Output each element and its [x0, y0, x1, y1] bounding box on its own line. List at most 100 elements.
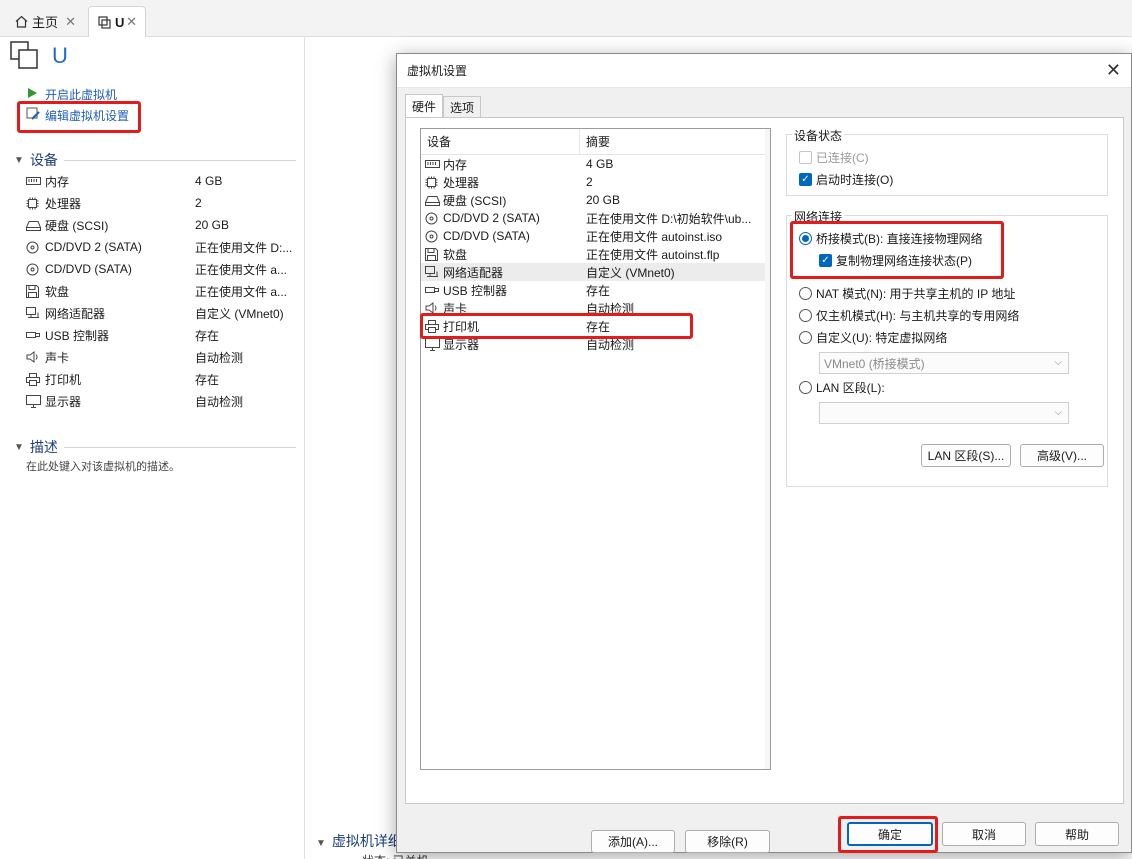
- device-value: 自动检测: [195, 350, 244, 365]
- edit-settings-label: 编辑虚拟机设置: [45, 109, 130, 123]
- cancel-button[interactable]: 取消: [942, 822, 1026, 846]
- device-row[interactable]: 显示器 自动检测: [26, 390, 296, 412]
- device-name: CD/DVD 2 (SATA): [45, 240, 142, 254]
- advanced-button[interactable]: 高级(V)...: [1020, 444, 1104, 467]
- hardware-device-cell: 硬盘 (SCSI): [421, 192, 580, 209]
- monitor-icon: [425, 337, 441, 351]
- cdrom-icon: [425, 230, 441, 243]
- device-row[interactable]: 声卡 自动检测: [26, 346, 296, 368]
- scrollbar[interactable]: [765, 129, 770, 769]
- hardware-row[interactable]: CD/DVD (SATA) 正在使用文件 autoinst.iso: [421, 227, 770, 245]
- radio-icon: [799, 308, 812, 322]
- hardware-list[interactable]: 设备 摘要 内存 4 GB 处理器 2 硬盘 (SCSI) 20 GB CD/DVD 2 (…: [420, 128, 771, 770]
- lan-segment-label: LAN 区段(L):: [816, 380, 885, 395]
- column-device[interactable]: 设备: [421, 129, 580, 154]
- device-row[interactable]: 软盘 正在使用文件 a...: [26, 280, 296, 302]
- hardware-device-name: 软盘: [443, 247, 468, 262]
- device-row[interactable]: 网络适配器 自定义 (VMnet0): [26, 302, 296, 324]
- device-value: 存在: [195, 372, 220, 387]
- home-icon: [14, 15, 28, 29]
- lan-segments-button[interactable]: LAN 区段(S)...: [921, 444, 1011, 467]
- device-row[interactable]: 打印机 存在: [26, 368, 296, 390]
- close-icon[interactable]: ✕: [65, 14, 76, 30]
- device-name: 硬盘 (SCSI): [45, 218, 109, 233]
- cdrom-icon: [26, 262, 42, 276]
- hardware-row[interactable]: CD/DVD 2 (SATA) 正在使用文件 D:\初始软件\ub...: [421, 209, 770, 227]
- host-only-radio[interactable]: 仅主机模式(H): 与主机共享的专用网络: [799, 306, 1019, 324]
- hardware-row[interactable]: 硬盘 (SCSI) 20 GB: [421, 191, 770, 209]
- cdrom-icon: [26, 240, 42, 254]
- vm-actions: 开启此虚拟机 编辑虚拟机设置: [26, 84, 129, 126]
- harddisk-icon: [26, 218, 42, 232]
- column-summary[interactable]: 摘要: [580, 133, 610, 150]
- printer-icon: [26, 372, 42, 386]
- hardware-row[interactable]: 打印机 存在: [421, 317, 770, 335]
- hardware-row[interactable]: 声卡 自动检测: [421, 299, 770, 317]
- edit-settings-icon: [26, 107, 42, 124]
- collapse-triangle-icon: ▼: [14, 441, 24, 453]
- close-icon[interactable]: ✕: [126, 14, 137, 30]
- device-row[interactable]: 处理器 2: [26, 192, 296, 214]
- hardware-summary: 2: [586, 175, 593, 189]
- cdrom-icon: [425, 212, 441, 225]
- tab-vm-label: U: [115, 14, 125, 30]
- tab-home-label: 主页: [32, 15, 59, 30]
- device-row[interactable]: 硬盘 (SCSI) 20 GB: [26, 214, 296, 236]
- vm-details-header[interactable]: ▼ 虚拟机详细: [316, 831, 402, 851]
- floppy-icon: [425, 247, 441, 261]
- hardware-row[interactable]: 软盘 正在使用文件 autoinst.flp: [421, 245, 770, 263]
- hardware-summary: 正在使用文件 autoinst.flp: [586, 247, 720, 262]
- chevron-down-icon: ⌵: [1054, 357, 1062, 368]
- device-name: CD/DVD (SATA): [45, 262, 132, 276]
- help-button[interactable]: 帮助: [1035, 822, 1119, 846]
- device-row[interactable]: 内存 4 GB: [26, 170, 296, 192]
- usb-icon: [425, 285, 441, 295]
- replicate-state-checkbox[interactable]: ✓ 复制物理网络连接状态(P): [819, 251, 972, 269]
- device-row[interactable]: USB 控制器 存在: [26, 324, 296, 346]
- edit-settings-link[interactable]: 编辑虚拟机设置: [26, 105, 129, 126]
- hardware-device-name: 网络适配器: [443, 265, 504, 280]
- device-row[interactable]: CD/DVD 2 (SATA) 正在使用文件 D:...: [26, 236, 296, 258]
- hardware-row[interactable]: 处理器 2: [421, 173, 770, 191]
- dialog-tabs: 硬件 选项: [405, 94, 482, 118]
- connected-checkbox[interactable]: 已连接(C): [799, 148, 869, 166]
- custom-radio[interactable]: 自定义(U): 特定虚拟网络: [799, 328, 947, 346]
- connect-on-power-label: 启动时连接(O): [816, 172, 894, 187]
- add-button[interactable]: 添加(A)...: [591, 830, 675, 853]
- hardware-row[interactable]: 内存 4 GB: [421, 155, 770, 173]
- tab-hardware[interactable]: 硬件: [405, 94, 444, 118]
- custom-network-select[interactable]: VMnet0 (桥接模式) ⌵: [819, 352, 1069, 374]
- close-icon[interactable]: ✕: [1106, 60, 1121, 81]
- vm-header: U: [10, 40, 68, 71]
- hardware-device-cell: CD/DVD (SATA): [421, 229, 580, 243]
- nat-radio[interactable]: NAT 模式(N): 用于共享主机的 IP 地址: [799, 284, 1015, 302]
- device-row[interactable]: CD/DVD (SATA) 正在使用文件 a...: [26, 258, 296, 280]
- collapse-triangle-icon: ▼: [316, 838, 326, 849]
- radio-icon: [799, 330, 812, 344]
- connect-on-power-checkbox[interactable]: ✓ 启动时连接(O): [799, 170, 893, 188]
- hardware-row[interactable]: 显示器 自动检测: [421, 335, 770, 353]
- hardware-row[interactable]: 网络适配器 自定义 (VMnet0): [421, 263, 770, 281]
- cpu-icon: [26, 196, 42, 210]
- device-name: 打印机: [45, 372, 82, 387]
- hardware-device-name: 显示器: [443, 337, 480, 352]
- description-section-header[interactable]: ▼ 描述: [14, 437, 296, 457]
- bridged-radio[interactable]: 桥接模式(B): 直接连接物理网络: [799, 229, 983, 247]
- tab-options[interactable]: 选项: [443, 96, 482, 118]
- devices-section-header[interactable]: ▼ 设备: [14, 150, 296, 170]
- hardware-rows: 内存 4 GB 处理器 2 硬盘 (SCSI) 20 GB CD/DVD 2 (SATA) 正…: [421, 155, 770, 353]
- description-placeholder[interactable]: 在此处键入对该虚拟机的描述。: [26, 458, 180, 474]
- lan-segment-select[interactable]: ⌵: [819, 402, 1069, 424]
- hardware-device-name: USB 控制器: [443, 283, 508, 298]
- bridged-label: 桥接模式(B): 直接连接物理网络: [816, 231, 983, 246]
- hardware-row[interactable]: USB 控制器 存在: [421, 281, 770, 299]
- lan-segment-radio[interactable]: LAN 区段(L):: [799, 378, 885, 396]
- device-name: 内存: [45, 174, 70, 189]
- remove-button[interactable]: 移除(R): [685, 830, 770, 853]
- tab-vm[interactable]: U ✕: [88, 6, 146, 37]
- tab-home[interactable]: 主页 ✕: [6, 6, 84, 37]
- power-on-link[interactable]: 开启此虚拟机: [26, 84, 129, 105]
- ok-button[interactable]: 确定: [847, 822, 933, 846]
- replicate-state-label: 复制物理网络连接状态(P): [836, 253, 972, 268]
- usb-icon: [26, 328, 42, 342]
